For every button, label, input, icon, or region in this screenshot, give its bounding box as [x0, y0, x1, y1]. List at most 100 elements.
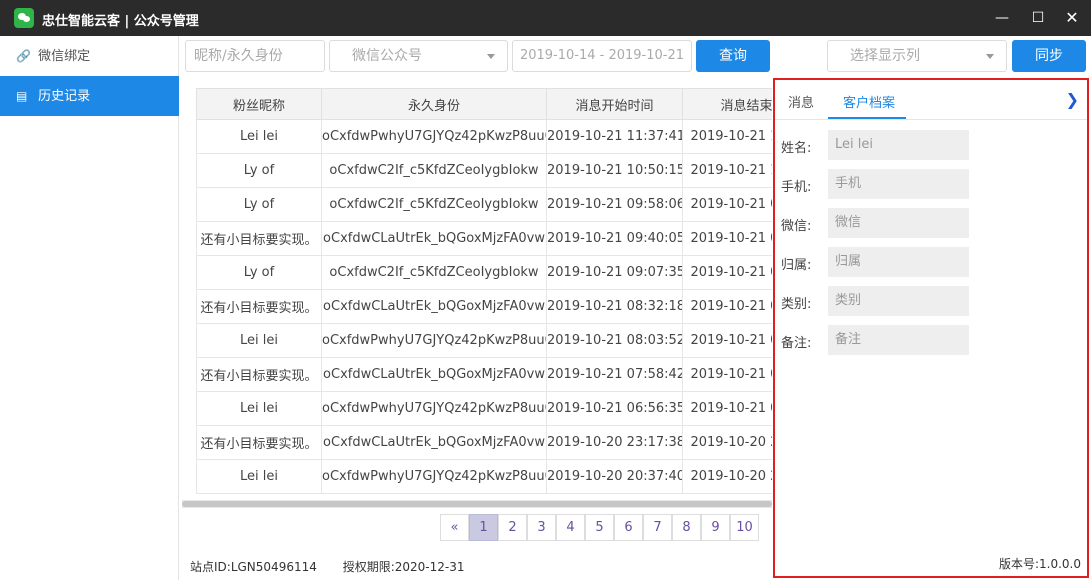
end-time-cell: 2019-10-21 09:40:05 [682, 221, 772, 256]
start-time-cell: 2019-10-21 06:56:35 [546, 391, 683, 426]
tab-customer-profile[interactable]: 客户档案 [843, 92, 895, 111]
sidebar-item-history[interactable]: ▤ 历史记录 [0, 76, 179, 116]
license-expiry: 授权期限:2020-12-31 [342, 560, 465, 574]
page-button-3[interactable]: 3 [527, 514, 556, 541]
nickname-search-input[interactable]: 昵称/永久身份 [185, 40, 325, 72]
category-field[interactable]: 类别 [828, 286, 969, 316]
wechat-account-select[interactable]: 微信公众号 [329, 40, 508, 72]
column-header-openid[interactable]: 永久身份 [321, 88, 547, 120]
end-time-cell: 2019-10-21 09:58:06 [682, 187, 772, 222]
end-time-cell: 2019-10-21 10:50:15 [682, 153, 772, 188]
page-button-7[interactable]: 7 [643, 514, 672, 541]
nickname-cell: Ly of [196, 153, 322, 188]
maximize-button[interactable]: ☐ [1026, 6, 1050, 30]
wechat-logo-icon [14, 8, 34, 28]
page-button-10[interactable]: 10 [730, 514, 759, 541]
openid-cell: oCxfdwPwhyU7GJYQz42pKwzP8uu0 [321, 391, 547, 426]
end-time-cell: 2019-10-21 08:03:52 [682, 323, 772, 358]
table-header-row: 粉丝昵称 永久身份 消息开始时间 消息结束时间 [196, 88, 772, 120]
window-title: 忠仕智能云客 | 公众号管理 [42, 14, 199, 29]
end-time-cell: 2019-10-21 07:58:42 [682, 357, 772, 392]
page-button-8[interactable]: 8 [672, 514, 701, 541]
column-select[interactable]: 选择显示列 [827, 40, 1007, 72]
nickname-cell: Lei lei [196, 119, 322, 154]
end-time-cell: 2019-10-21 06:56:35 [682, 391, 772, 426]
end-time-cell: 2019-10-21 11:37:41 [682, 119, 772, 154]
start-time-cell: 2019-10-21 08:03:52 [546, 323, 683, 358]
chevron-right-icon[interactable]: ❯ [1066, 90, 1079, 109]
table-row[interactable]: Ly of oCxfdwC2If_c5KfdZCeoIygbIokw 2019-10… [196, 255, 772, 290]
owner-label: 归属: [781, 258, 812, 273]
table-row[interactable]: 还有小目标要实现。 oCxfdwCLaUtrEk_bQGoxMjzFA0vw 201… [196, 289, 772, 324]
scrollbar-thumb[interactable] [182, 501, 772, 507]
query-button[interactable]: 查询 [696, 40, 770, 72]
table-row[interactable]: Lei lei oCxfdwPwhyU7GJYQz42pKwzP8uu0 2019-… [196, 391, 772, 426]
wechat-account-select-label: 微信公众号 [352, 48, 422, 64]
table-row[interactable]: Ly of oCxfdwC2If_c5KfdZCeoIygbIokw 2019-10… [196, 187, 772, 222]
table-row[interactable]: Ly of oCxfdwC2If_c5KfdZCeoIygbIokw 2019-10… [196, 153, 772, 188]
customer-panel: 消息 客户档案 ❯ 姓名: Lei lei 手机: 手机 微信: 微信 归属: 归属 类别: 类别… [773, 78, 1089, 578]
nickname-cell: 还有小目标要实现。 [196, 357, 322, 392]
table-row[interactable]: 还有小目标要实现。 oCxfdwCLaUtrEk_bQGoxMjzFA0vw 201… [196, 425, 772, 460]
page-button-2[interactable]: 2 [498, 514, 527, 541]
table-row[interactable]: Lei lei oCxfdwPwhyU7GJYQz42pKwzP8uu0 2019-… [196, 119, 772, 154]
column-header-nickname[interactable]: 粉丝昵称 [196, 88, 322, 120]
openid-cell: oCxfdwPwhyU7GJYQz42pKwzP8uu0 [321, 119, 547, 154]
start-time-cell: 2019-10-21 11:37:41 [546, 119, 683, 154]
status-bar: 站点ID:LGN50496114 授权期限:2020-12-31 [190, 558, 487, 575]
name-label: 姓名: [781, 141, 812, 156]
table-row[interactable]: Lei lei oCxfdwPwhyU7GJYQz42pKwzP8uu0 2019-… [196, 459, 772, 494]
page-button-6[interactable]: 6 [614, 514, 643, 541]
column-header-start-time[interactable]: 消息开始时间 [546, 88, 683, 120]
table-row[interactable]: Lei lei oCxfdwPwhyU7GJYQz42pKwzP8uu0 2019-… [196, 323, 772, 358]
page-button-5[interactable]: 5 [585, 514, 614, 541]
wechat-label: 微信: [781, 219, 812, 234]
start-time-cell: 2019-10-20 23:17:38 [546, 425, 683, 460]
start-time-cell [546, 493, 683, 494]
start-time-cell: 2019-10-21 10:50:15 [546, 153, 683, 188]
table-row[interactable]: 还有小目标要实现。 oCxfdwCLaUtrEk_bQGoxMjzFA0vw 201… [196, 357, 772, 392]
date-range-picker[interactable]: 2019-10-14 - 2019-10-21 [512, 40, 692, 72]
openid-cell: oCxfdwPwhyU7GJYQz42pKwzP8uu0 [321, 323, 547, 358]
page-button-9[interactable]: 9 [701, 514, 730, 541]
start-time-cell: 2019-10-21 09:07:35 [546, 255, 683, 290]
page-button-4[interactable]: 4 [556, 514, 585, 541]
prev-page-button[interactable]: « [440, 514, 469, 541]
page-button-1[interactable]: 1 [469, 514, 498, 541]
sync-button[interactable]: 同步 [1012, 40, 1086, 72]
minimize-button[interactable]: — [990, 6, 1014, 30]
owner-field[interactable]: 归属 [828, 247, 969, 277]
openid-cell: oCxfdwCLaUtrEk_bQGoxMjzFA0vw [321, 357, 547, 392]
close-button[interactable]: ✕ [1060, 6, 1084, 30]
start-time-cell: 2019-10-21 08:32:18 [546, 289, 683, 324]
nickname-cell: 还有小目标要实现。 [196, 425, 322, 460]
remark-field[interactable]: 备注 [828, 325, 969, 355]
openid-cell: oCxfdwC2If_c5KfdZCeoIygbIokw [321, 255, 547, 290]
link-icon: 🔗 [16, 49, 31, 63]
sidebar-item-wechat-bind[interactable]: 🔗 微信绑定 [0, 36, 179, 76]
sidebar-item-label: 历史记录 [38, 89, 91, 104]
name-field[interactable]: Lei lei [828, 130, 969, 160]
end-time-cell: 2019-10-20 23:17:38 [682, 425, 772, 460]
table-row[interactable] [196, 493, 772, 494]
nickname-cell: Ly of [196, 255, 322, 290]
chevron-down-icon [986, 54, 994, 59]
nickname-cell: Lei lei [196, 323, 322, 358]
table-row[interactable]: 还有小目标要实现。 oCxfdwCLaUtrEk_bQGoxMjzFA0vw 201… [196, 221, 772, 256]
openid-cell: oCxfdwCLaUtrEk_bQGoxMjzFA0vw [321, 425, 547, 460]
tab-messages[interactable]: 消息 [788, 92, 814, 111]
station-id: 站点ID:LGN50496114 [190, 560, 317, 574]
remark-label: 备注: [781, 336, 812, 351]
horizontal-scrollbar[interactable] [182, 500, 772, 508]
nickname-cell: Ly of [196, 187, 322, 222]
openid-cell: oCxfdwC2If_c5KfdZCeoIygbIokw [321, 187, 547, 222]
title-bar: 忠仕智能云客 | 公众号管理 — ☐ ✕ [0, 0, 1091, 36]
phone-field[interactable]: 手机 [828, 169, 969, 199]
nickname-cell: 还有小目标要实现。 [196, 289, 322, 324]
wechat-field[interactable]: 微信 [828, 208, 969, 238]
end-time-cell [682, 493, 772, 494]
start-time-cell: 2019-10-21 07:58:42 [546, 357, 683, 392]
sidebar-item-label: 微信绑定 [38, 49, 91, 64]
column-header-end-time[interactable]: 消息结束时间 [682, 88, 772, 120]
end-time-cell: 2019-10-21 08:32:18 [682, 289, 772, 324]
